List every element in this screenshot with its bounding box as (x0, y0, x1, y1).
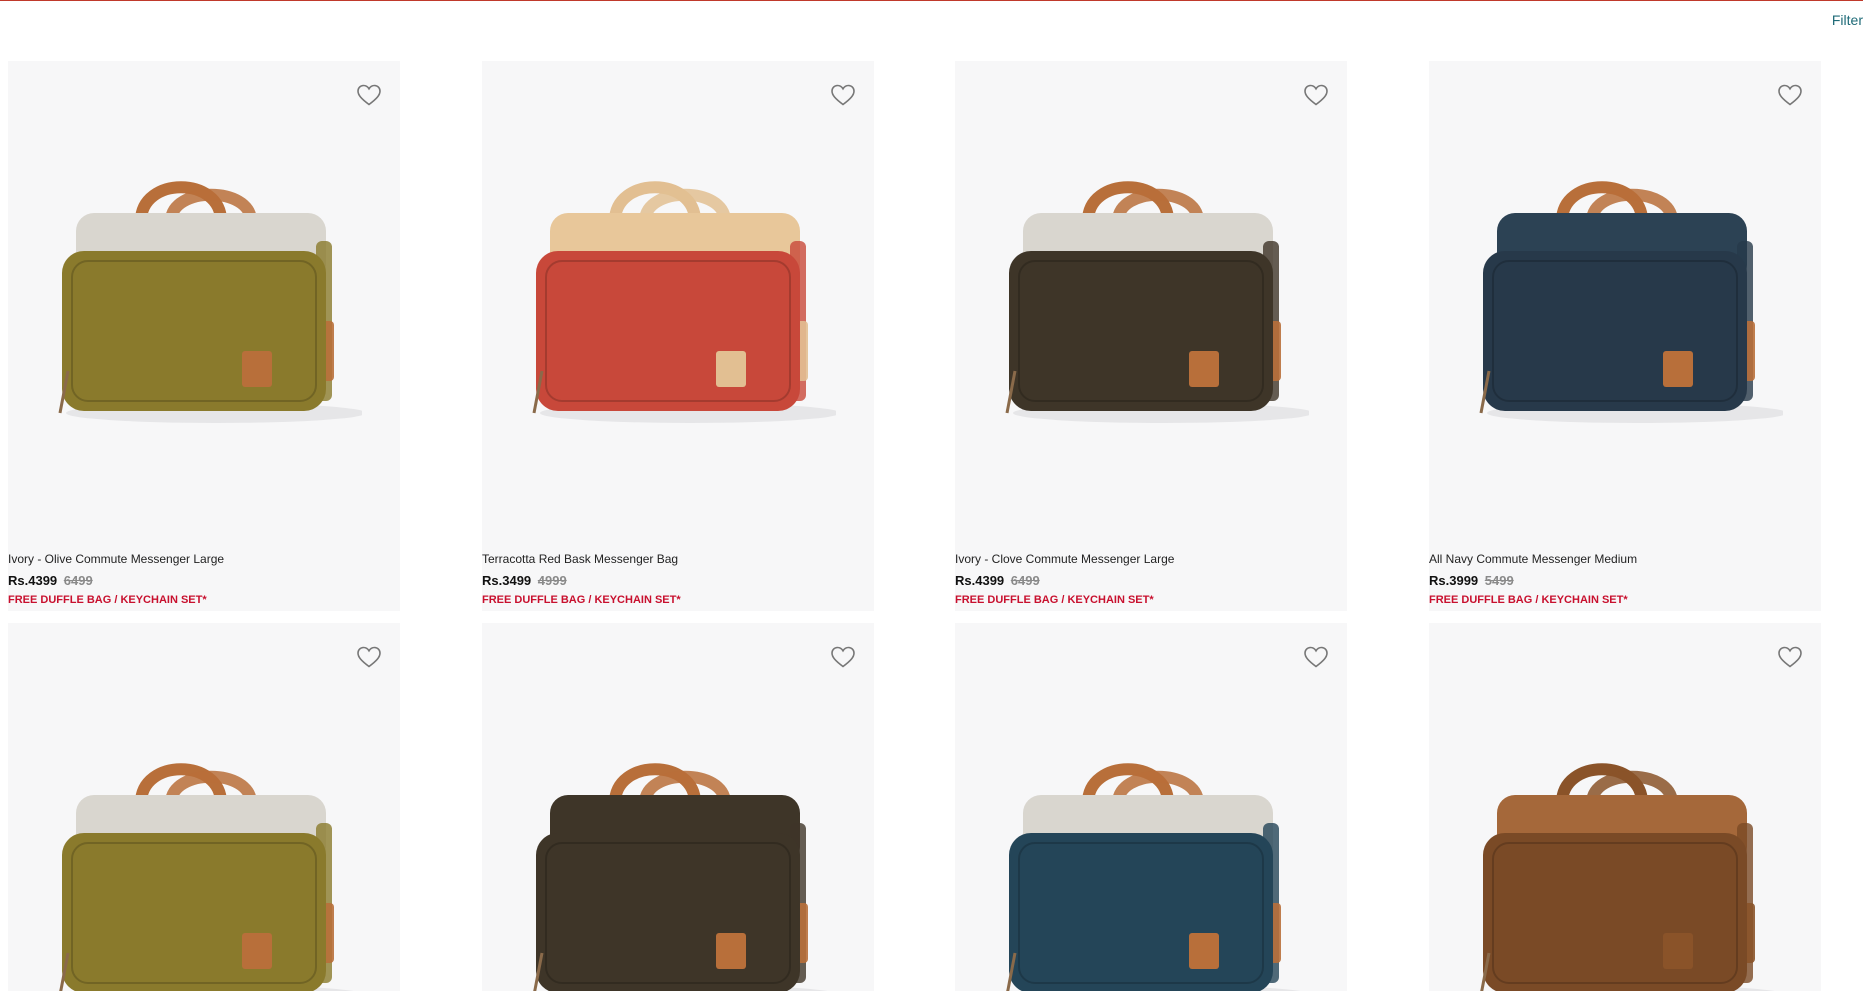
product-image[interactable] (520, 151, 836, 441)
offer-text: FREE DUFFLE BAG / KEYCHAIN SET* (955, 594, 1154, 606)
price-line: Rs.3999 5499 (1429, 573, 1821, 589)
sale-price: Rs.3499 (482, 573, 532, 588)
price-line: Rs.3499 4999 (482, 573, 874, 589)
product-card[interactable]: Terracotta Red Bask Messenger Bag Rs.349… (482, 61, 874, 611)
original-price: 4999 (537, 573, 567, 588)
product-info: Terracotta Red Bask Messenger Bag Rs.349… (482, 551, 874, 607)
wishlist-heart-icon[interactable] (830, 645, 856, 669)
wishlist-heart-icon[interactable] (356, 645, 382, 669)
product-image[interactable] (1467, 733, 1783, 991)
sale-price: Rs.4399 (955, 573, 1005, 588)
product-info: Ivory - Clove Commute Messenger Large Rs… (955, 551, 1347, 607)
sale-price: Rs.3999 (1429, 573, 1479, 588)
product-name[interactable]: Terracotta Red Bask Messenger Bag (482, 551, 874, 567)
original-price: 5499 (1484, 573, 1514, 588)
product-name[interactable]: All Navy Commute Messenger Medium (1429, 551, 1821, 567)
product-image[interactable] (993, 733, 1309, 991)
product-image[interactable] (1467, 151, 1783, 441)
product-info: All Navy Commute Messenger Medium Rs.399… (1429, 551, 1821, 607)
product-grid: Ivory - Olive Commute Messenger Large Rs… (0, 0, 1863, 991)
product-card[interactable] (1429, 623, 1821, 991)
price-line: Rs.4399 6499 (8, 573, 400, 589)
wishlist-heart-icon[interactable] (830, 83, 856, 107)
product-image[interactable] (46, 151, 362, 441)
product-card[interactable]: Ivory - Olive Commute Messenger Large Rs… (8, 61, 400, 611)
product-info: Ivory - Olive Commute Messenger Large Rs… (8, 551, 400, 607)
wishlist-heart-icon[interactable] (1777, 83, 1803, 107)
product-image[interactable] (46, 733, 362, 991)
wishlist-heart-icon[interactable] (1303, 83, 1329, 107)
original-price: 6499 (63, 573, 93, 588)
product-card[interactable] (955, 623, 1347, 991)
product-image[interactable] (520, 733, 836, 991)
offer-text: FREE DUFFLE BAG / KEYCHAIN SET* (482, 594, 681, 606)
original-price: 6499 (1010, 573, 1040, 588)
product-card[interactable]: Ivory - Clove Commute Messenger Large Rs… (955, 61, 1347, 611)
price-line: Rs.4399 6499 (955, 573, 1347, 589)
wishlist-heart-icon[interactable] (356, 83, 382, 107)
product-card[interactable] (8, 623, 400, 991)
product-image[interactable] (993, 151, 1309, 441)
offer-text: FREE DUFFLE BAG / KEYCHAIN SET* (8, 594, 207, 606)
sale-price: Rs.4399 (8, 573, 58, 588)
product-card[interactable]: All Navy Commute Messenger Medium Rs.399… (1429, 61, 1821, 611)
wishlist-heart-icon[interactable] (1777, 645, 1803, 669)
product-name[interactable]: Ivory - Clove Commute Messenger Large (955, 551, 1347, 567)
product-name[interactable]: Ivory - Olive Commute Messenger Large (8, 551, 400, 567)
product-card[interactable] (482, 623, 874, 991)
wishlist-heart-icon[interactable] (1303, 645, 1329, 669)
offer-text: FREE DUFFLE BAG / KEYCHAIN SET* (1429, 594, 1628, 606)
